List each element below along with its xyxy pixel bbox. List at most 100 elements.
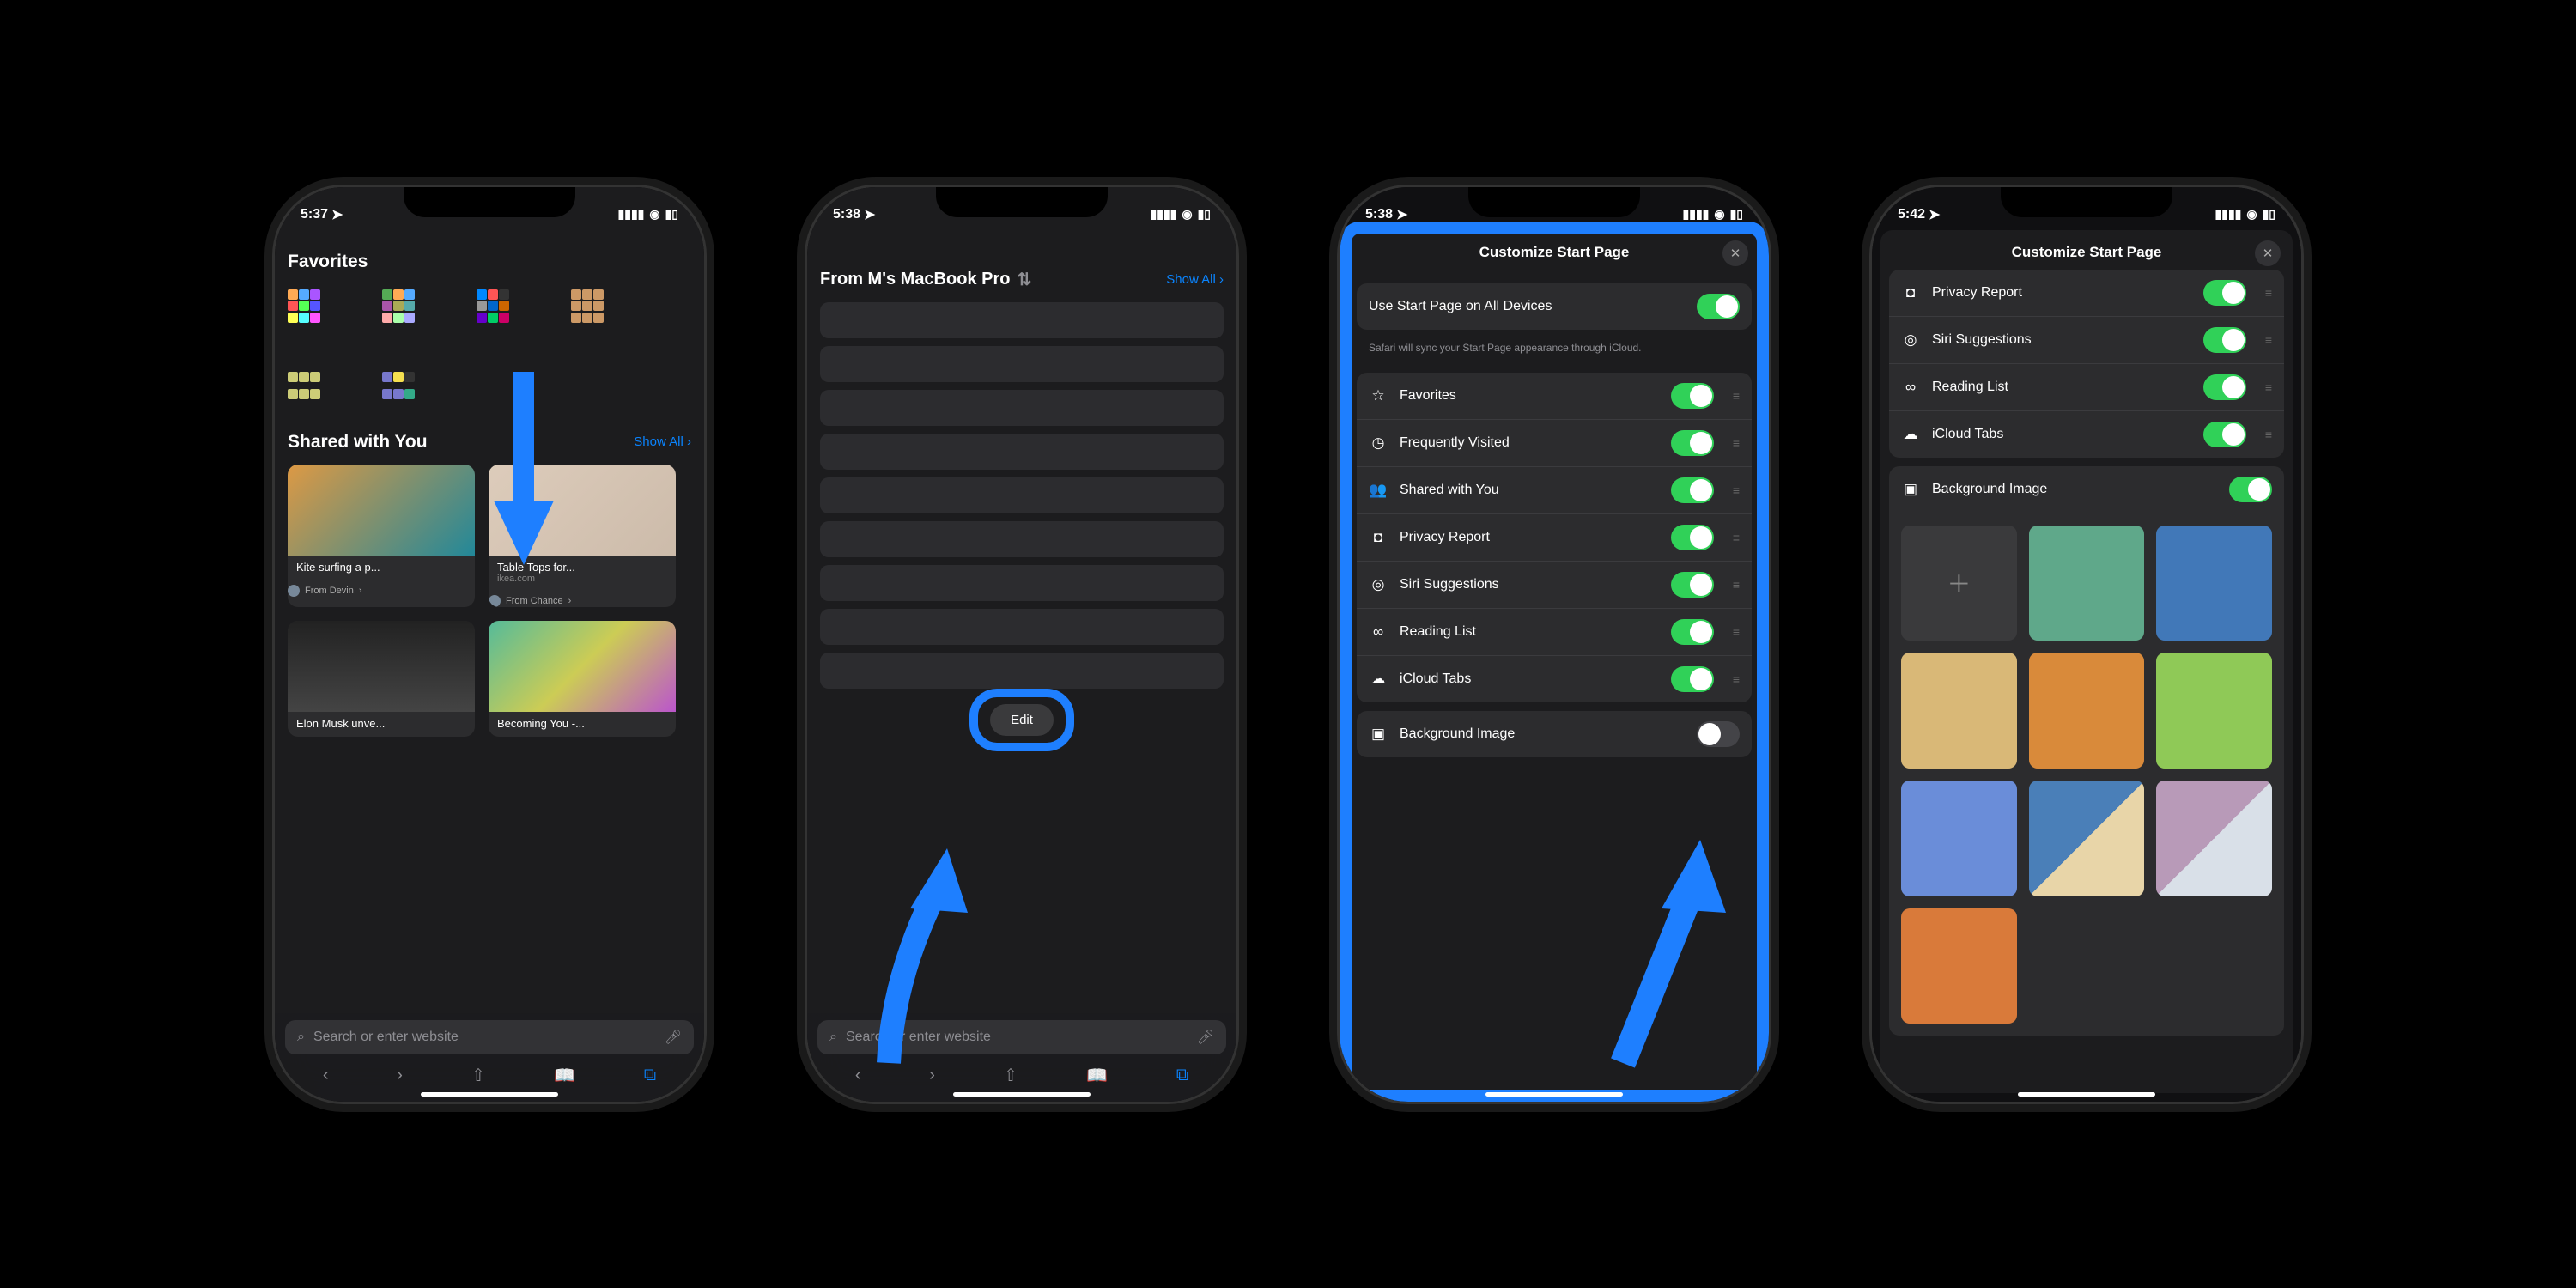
- notch: [2001, 187, 2172, 217]
- background-image-row: ▣ Background Image: [1357, 711, 1752, 757]
- drag-handle-icon[interactable]: [1733, 483, 1740, 497]
- setting-row: ◘Privacy Report: [1889, 270, 2284, 317]
- bookmarks-button[interactable]: 📖: [554, 1065, 575, 1086]
- address-bar[interactable]: ⌕ Search or enter website 🎤︎: [285, 1020, 694, 1054]
- show-all-link[interactable]: Show All ›: [1166, 272, 1224, 287]
- background-option[interactable]: [2029, 781, 2145, 896]
- back-button[interactable]: ‹: [855, 1066, 861, 1085]
- shared-with-you-heading: Shared with You: [288, 432, 428, 453]
- drag-handle-icon[interactable]: [1733, 531, 1740, 544]
- setting-toggle[interactable]: [1671, 477, 1714, 503]
- close-button[interactable]: ✕: [1722, 240, 1748, 266]
- bookmarks-button[interactable]: 📖: [1086, 1065, 1108, 1086]
- setting-toggle[interactable]: [1671, 430, 1714, 456]
- setting-toggle[interactable]: [1671, 572, 1714, 598]
- drag-handle-icon[interactable]: [2265, 380, 2272, 394]
- image-icon: ▣: [1369, 726, 1388, 743]
- background-option[interactable]: [1901, 781, 2017, 896]
- shared-card[interactable]: Kite surfing a p... From Devin ›: [288, 465, 475, 607]
- drag-handle-icon[interactable]: [2265, 428, 2272, 441]
- setting-toggle[interactable]: [1671, 525, 1714, 550]
- setting-toggle[interactable]: [2203, 327, 2246, 353]
- tab-item[interactable]: [820, 653, 1224, 689]
- shared-card[interactable]: Elon Musk unve...: [288, 621, 475, 737]
- cloud-icon: ☁: [1901, 426, 1920, 443]
- favorites-folder[interactable]: [382, 372, 416, 406]
- home-indicator[interactable]: [1485, 1092, 1623, 1097]
- background-option[interactable]: [2156, 781, 2272, 896]
- shared-card[interactable]: Becoming You -...: [489, 621, 676, 737]
- search-icon: ⌕: [829, 1030, 837, 1045]
- mic-icon[interactable]: 🎤︎: [1197, 1029, 1214, 1046]
- setting-row: ☁iCloud Tabs: [1357, 656, 1752, 702]
- background-option[interactable]: [2156, 653, 2272, 769]
- setting-label: Privacy Report: [1400, 530, 1659, 545]
- avatar: [288, 585, 300, 597]
- back-button[interactable]: ‹: [323, 1066, 329, 1085]
- background-option[interactable]: [2156, 526, 2272, 641]
- background-option[interactable]: [1901, 908, 2017, 1024]
- favorites-folder[interactable]: [288, 372, 322, 406]
- background-option[interactable]: [1901, 653, 2017, 769]
- tab-item[interactable]: [820, 477, 1224, 513]
- setting-toggle[interactable]: [1671, 666, 1714, 692]
- status-time: 5:37: [301, 207, 328, 222]
- favorites-folder[interactable]: [382, 289, 416, 324]
- tabs-button[interactable]: ⧉: [1176, 1066, 1188, 1085]
- modal-title: Customize Start Page: [2012, 244, 2162, 261]
- wifi-icon: ◉: [649, 207, 659, 222]
- close-button[interactable]: ✕: [2255, 240, 2281, 266]
- favorites-folder[interactable]: [288, 289, 322, 324]
- drag-handle-icon[interactable]: [1733, 436, 1740, 450]
- home-indicator[interactable]: [953, 1092, 1091, 1097]
- share-button[interactable]: ⇧: [1004, 1065, 1018, 1086]
- tab-group-title[interactable]: From M's MacBook Pro ⇅: [820, 269, 1031, 290]
- background-option[interactable]: [2029, 526, 2145, 641]
- drag-handle-icon[interactable]: [1733, 578, 1740, 592]
- sync-toggle[interactable]: [1697, 294, 1740, 319]
- card-from: From Devin: [305, 586, 354, 596]
- star-icon: ☆: [1369, 387, 1388, 404]
- drag-handle-icon[interactable]: [1733, 389, 1740, 403]
- phone-4: 5:42 ➤ ▮▮▮▮ ◉ ▮▯ Customize Start Page ✕ …: [1872, 187, 2301, 1102]
- setting-toggle[interactable]: [2203, 422, 2246, 447]
- setting-label: Siri Suggestions: [1400, 577, 1659, 592]
- drag-handle-icon[interactable]: [2265, 333, 2272, 347]
- tab-item[interactable]: [820, 390, 1224, 426]
- setting-toggle[interactable]: [2203, 280, 2246, 306]
- drag-handle-icon[interactable]: [2265, 286, 2272, 300]
- drag-handle-icon[interactable]: [1733, 672, 1740, 686]
- tabs-button[interactable]: ⧉: [644, 1066, 656, 1085]
- tab-item[interactable]: [820, 434, 1224, 470]
- setting-toggle[interactable]: [2203, 374, 2246, 400]
- setting-label: Shared with You: [1400, 483, 1659, 498]
- background-option[interactable]: [2029, 653, 2145, 769]
- tab-item[interactable]: [820, 609, 1224, 645]
- edit-button[interactable]: Edit: [990, 704, 1054, 736]
- mic-icon[interactable]: 🎤︎: [665, 1029, 682, 1046]
- share-button[interactable]: ⇧: [471, 1065, 486, 1086]
- drag-handle-icon[interactable]: [1733, 625, 1740, 639]
- siri-icon: ◎: [1369, 576, 1388, 593]
- notch: [1468, 187, 1640, 217]
- tab-item[interactable]: [820, 565, 1224, 601]
- favorites-folder[interactable]: [571, 289, 605, 324]
- tab-item[interactable]: [820, 302, 1224, 338]
- glasses-icon: ∞: [1901, 379, 1920, 396]
- tab-item[interactable]: [820, 521, 1224, 557]
- setting-toggle[interactable]: [1671, 619, 1714, 645]
- card-title: Kite surfing a p...: [296, 561, 466, 574]
- bg-toggle[interactable]: [2229, 477, 2272, 502]
- screen: 5:42 ➤ ▮▮▮▮ ◉ ▮▯ Customize Start Page ✕ …: [1872, 187, 2301, 1102]
- home-indicator[interactable]: [421, 1092, 558, 1097]
- home-indicator[interactable]: [2018, 1092, 2155, 1097]
- add-background-button[interactable]: ＋: [1901, 526, 2017, 641]
- tab-item[interactable]: [820, 346, 1224, 382]
- show-all-link[interactable]: Show All ›: [634, 434, 691, 449]
- favorites-folder[interactable]: [477, 289, 511, 324]
- annotation-highlight: Edit: [969, 689, 1074, 751]
- setting-toggle[interactable]: [1671, 383, 1714, 409]
- bg-toggle[interactable]: [1697, 721, 1740, 747]
- forward-button[interactable]: ›: [397, 1066, 403, 1085]
- siri-icon: ◎: [1901, 331, 1920, 349]
